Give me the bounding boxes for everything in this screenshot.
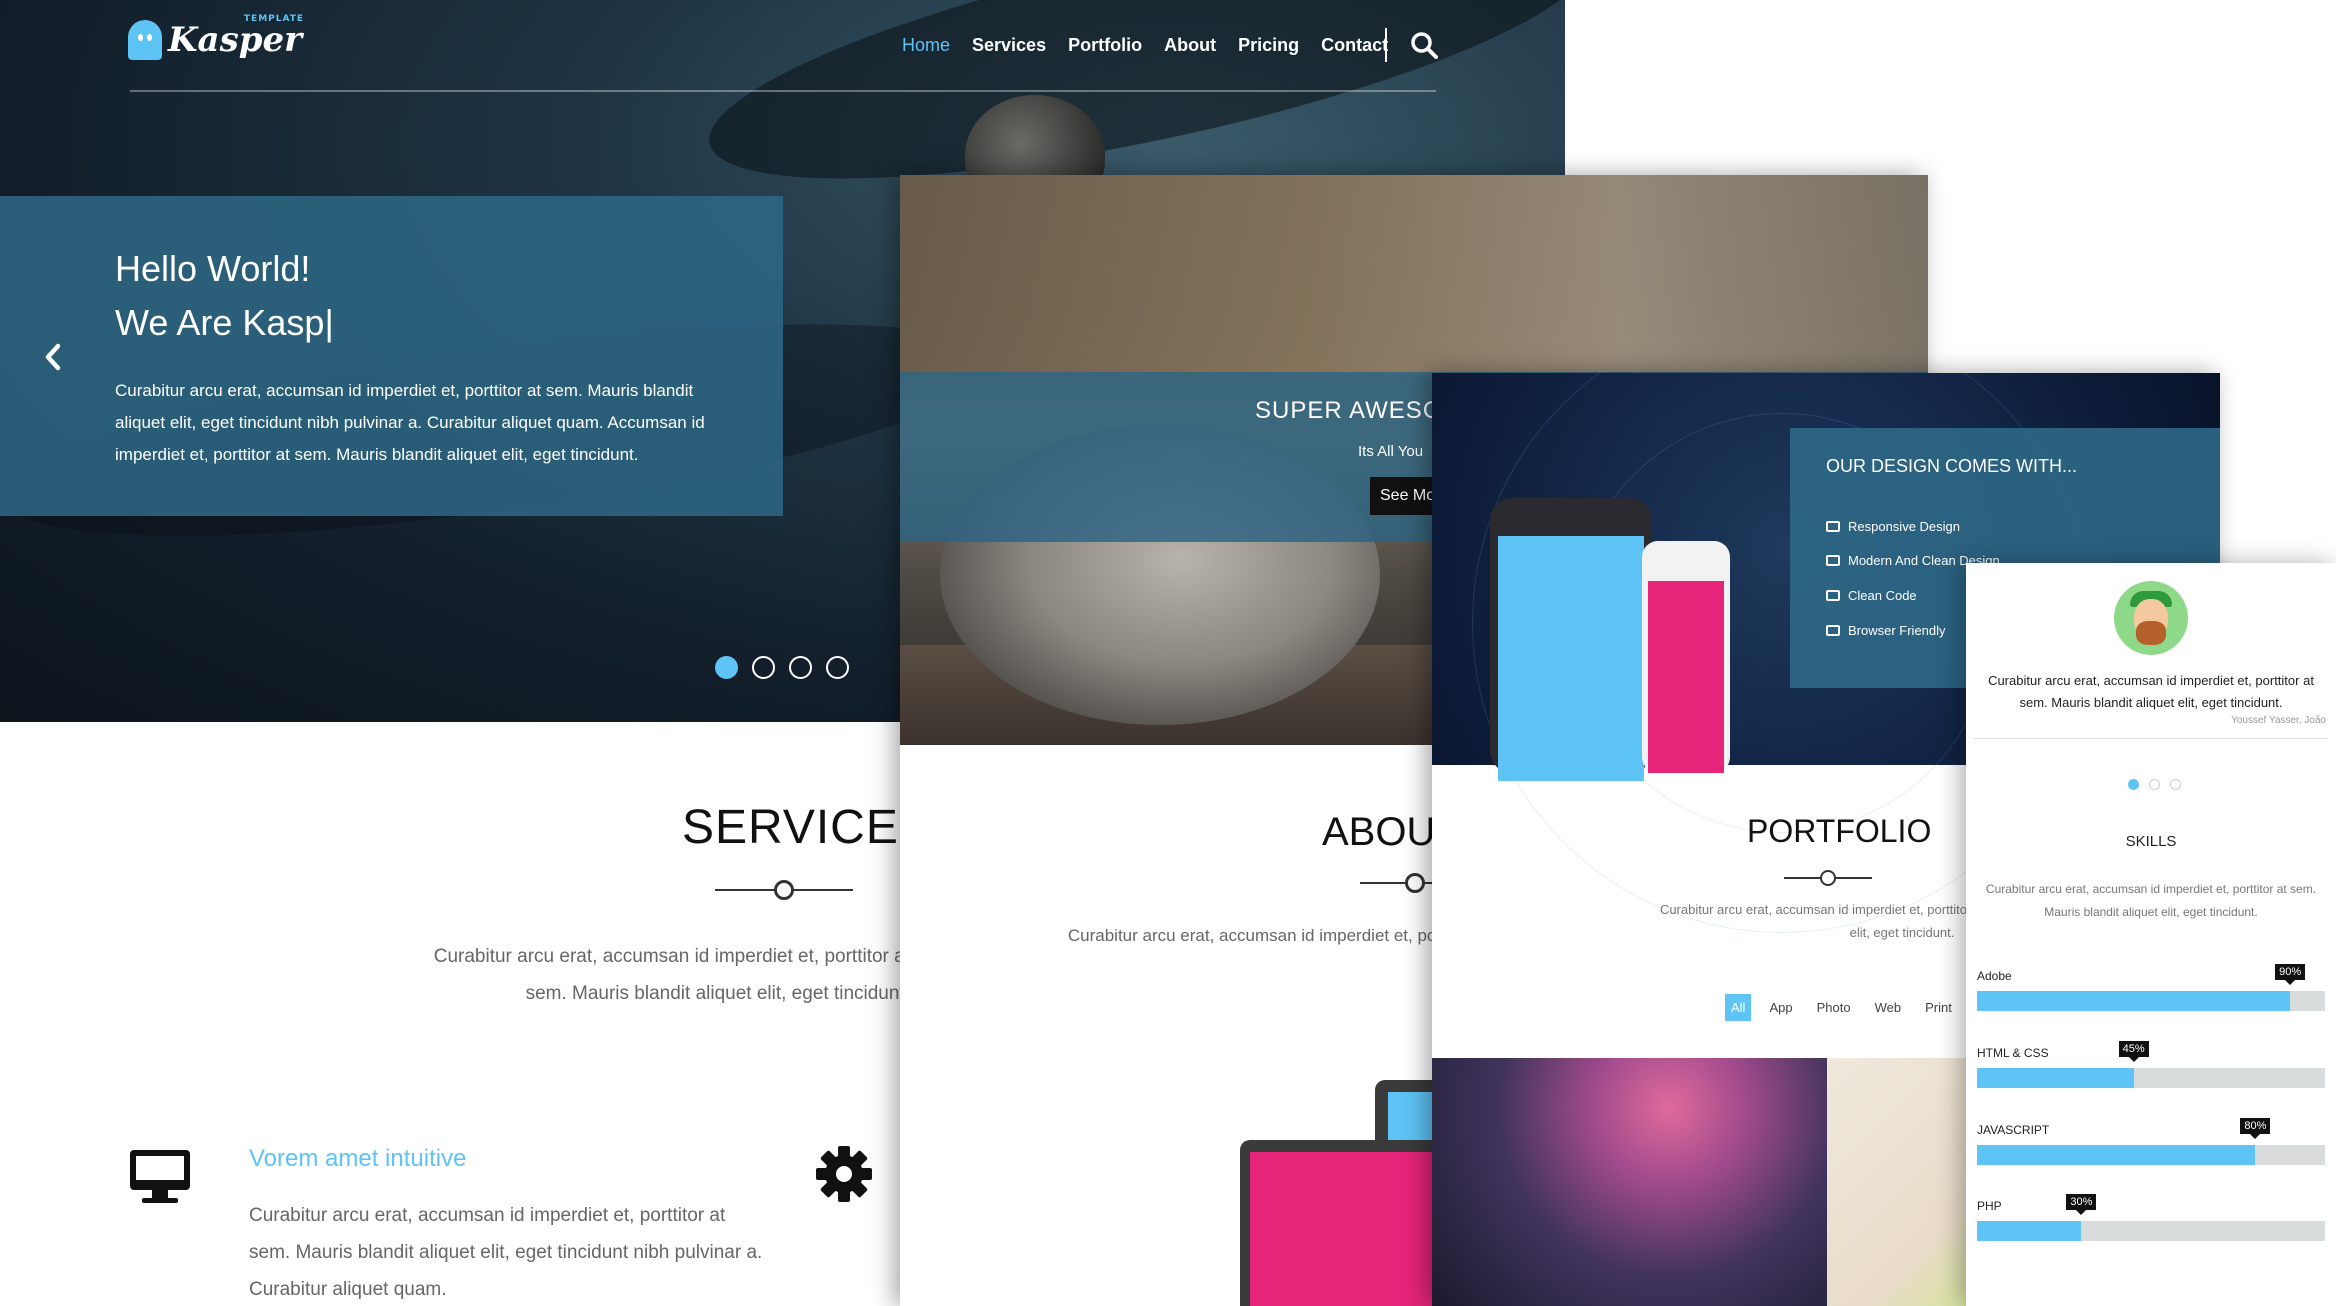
skill-fill — [1977, 1221, 2082, 1241]
desktop-monitor-icon — [130, 1150, 190, 1203]
slider-dot[interactable] — [826, 656, 849, 679]
nav-home[interactable]: Home — [902, 35, 950, 56]
slider-dot[interactable] — [715, 656, 738, 679]
skills-text: Curabitur arcu erat, accumsan id imperdi… — [1985, 882, 2317, 919]
filter-all[interactable]: All — [1725, 994, 1752, 1021]
skill-bar-javascript: JAVASCRIPT 80% — [1977, 1118, 2325, 1165]
skill-fill — [1977, 1068, 2134, 1088]
monitor-icon — [1826, 625, 1840, 636]
skill-name: Adobe — [1977, 969, 2012, 983]
skill-percent-badge: 80% — [2240, 1118, 2271, 1139]
skills-page-screen: Curabitur arcu erat, accumsan id imperdi… — [1966, 563, 2336, 1306]
skills-title: SKILLS — [2125, 833, 2177, 850]
portfolio-filters: All App Photo Web Print — [1725, 994, 1958, 1021]
portfolio-divider — [1784, 868, 1872, 888]
filter-print[interactable]: Print — [1919, 994, 1958, 1021]
hero-slider-dots — [715, 656, 849, 679]
hero-text: Curabitur arcu erat, accumsan id imperdi… — [115, 381, 705, 464]
service-feature-text: Curabitur arcu erat, accumsan id imperdi… — [249, 1205, 763, 1300]
design-heading: OUR DESIGN COMES WITH... — [1826, 456, 2078, 476]
hero-heading-line2: We Are Kasp| — [115, 302, 334, 343]
skill-percent-badge: 45% — [2118, 1041, 2149, 1062]
chevron-left-icon[interactable] — [42, 342, 64, 372]
testimonial-author: Youssef Yasser, João — [2231, 715, 2326, 726]
awesome-subheading: Its All You — [1358, 443, 1424, 460]
skill-name: HTML & CSS — [1977, 1046, 2049, 1060]
monitor-icon — [1826, 521, 1840, 532]
nav-services[interactable]: Services — [972, 35, 1046, 56]
logo-tagline: TEMPLATE — [243, 14, 305, 24]
skill-name: JAVASCRIPT — [1977, 1123, 2050, 1137]
nav-contact[interactable]: Contact — [1321, 35, 1388, 56]
monitor-icon — [1826, 555, 1840, 566]
testimonial-divider — [1974, 738, 2328, 739]
ghost-logo-icon — [128, 20, 162, 60]
skill-percent-badge: 30% — [2066, 1194, 2097, 1215]
testimonial-dot[interactable] — [2149, 779, 2160, 790]
skill-name: PHP — [1977, 1199, 2002, 1213]
gear-icon — [816, 1146, 872, 1202]
services-divider — [715, 880, 853, 900]
slider-dot[interactable] — [752, 656, 775, 679]
logo[interactable]: Kasper TEMPLATE — [128, 14, 303, 60]
skill-fill — [1977, 1145, 2256, 1165]
monitor-icon — [1826, 590, 1840, 601]
filter-web[interactable]: Web — [1869, 994, 1908, 1021]
skill-bar-php: PHP 30% — [1977, 1194, 2325, 1241]
hero-heading-line1: Hello World! — [115, 248, 311, 289]
nav-pricing[interactable]: Pricing — [1238, 35, 1299, 56]
testimonial-dot[interactable] — [2170, 779, 2181, 790]
portfolio-image-space[interactable] — [1432, 1058, 1827, 1306]
portfolio-title: PORTFOLIO — [1747, 813, 1932, 849]
design-feature-item: Clean Code — [1826, 588, 1917, 603]
testimonial-quote: Curabitur arcu erat, accumsan id imperdi… — [1988, 673, 2314, 710]
skill-percent-badge: 90% — [2275, 964, 2306, 985]
skill-bar-html-css: HTML & CSS 45% — [1977, 1041, 2325, 1088]
header-underline — [130, 90, 1436, 92]
phone-mockup — [1642, 541, 1730, 773]
design-feature-item: Responsive Design — [1826, 519, 1960, 534]
design-feature-item: Browser Friendly — [1826, 623, 1946, 638]
skill-fill — [1977, 991, 2291, 1011]
services-text: Curabitur arcu erat, accumsan id imperdi… — [433, 946, 910, 1004]
phone-mockup — [1490, 498, 1652, 781]
testimonial-dots — [2128, 779, 2181, 790]
main-nav: Home Services Portfolio About Pricing Co… — [902, 35, 1388, 56]
service-feature-title: Vorem amet intuitive — [249, 1145, 467, 1172]
filter-photo[interactable]: Photo — [1811, 994, 1857, 1021]
nav-portfolio[interactable]: Portfolio — [1068, 35, 1142, 56]
slider-dot[interactable] — [789, 656, 812, 679]
testimonial-dot[interactable] — [2128, 779, 2139, 790]
skill-bar-adobe: Adobe 90% — [1977, 964, 2325, 1011]
search-icon[interactable] — [1410, 31, 1438, 59]
logo-name: Kasper — [168, 20, 303, 60]
filter-app[interactable]: App — [1763, 994, 1798, 1021]
services-title: SERVICES — [682, 801, 932, 854]
avatar — [2114, 581, 2188, 655]
nav-about[interactable]: About — [1164, 35, 1216, 56]
nav-divider — [1385, 28, 1387, 62]
